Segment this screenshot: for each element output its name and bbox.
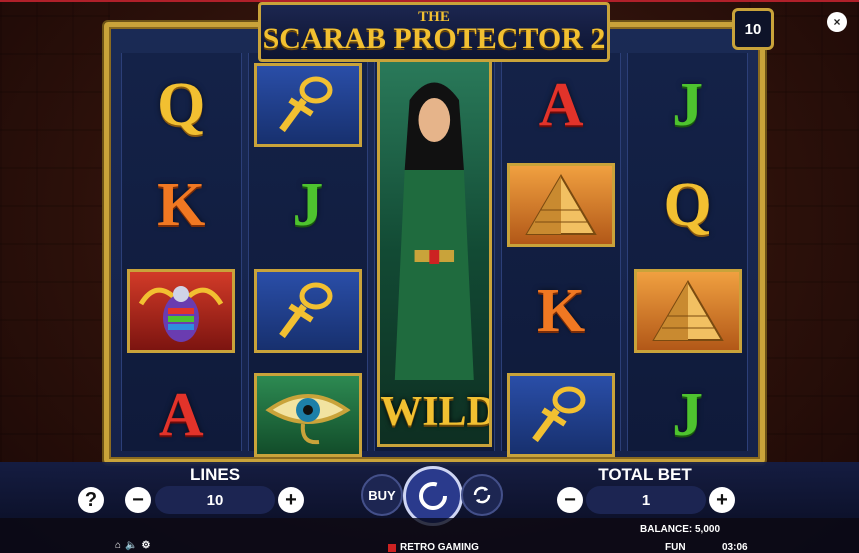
- reel-5-symbol-1: J: [630, 57, 745, 153]
- wild-label: WILD: [380, 389, 492, 435]
- letter-symbol: Q: [157, 71, 206, 139]
- free-spins-badge[interactable]: 10: [732, 8, 774, 50]
- letter-symbol: A: [538, 71, 584, 139]
- mode-text: FUN: [665, 542, 686, 553]
- reel-4-symbol-4: [504, 367, 619, 463]
- bet-decrease-button[interactable]: −: [557, 487, 583, 513]
- reel-4-symbol-3: K: [504, 263, 619, 359]
- spin-button[interactable]: [403, 466, 463, 526]
- reel-5-symbol-2: Q: [630, 157, 745, 253]
- reel-2-symbol-2: J: [251, 157, 366, 253]
- reel-2-symbol-4: [251, 367, 366, 463]
- autoplay-icon: [473, 486, 491, 504]
- lines-decrease-button[interactable]: −: [125, 487, 151, 513]
- settings-icon[interactable]: ⚙: [142, 540, 151, 551]
- ankh-icon: [507, 373, 616, 457]
- letter-symbol: J: [292, 171, 324, 239]
- reel-2-symbol-3: [251, 263, 366, 359]
- lines-label: LINES: [189, 465, 241, 484]
- logo-title: SCARAB PROTECTOR 2: [262, 22, 606, 55]
- home-icon[interactable]: ⌂: [115, 540, 121, 551]
- pyramid-icon: [507, 163, 616, 247]
- eye-icon: [253, 373, 362, 457]
- letter-symbol: K: [536, 277, 586, 345]
- ankh-icon: [253, 269, 362, 353]
- reel-1-symbol-3: [124, 263, 239, 359]
- letter-symbol: J: [672, 381, 704, 449]
- game-logo: THE SCARAB PROTECTOR 2: [258, 2, 610, 62]
- letter-symbol: A: [158, 381, 204, 449]
- provider-mark-icon: [388, 543, 396, 552]
- buy-bonus-button[interactable]: BUY: [361, 474, 403, 516]
- lines-value: 10: [155, 486, 275, 514]
- help-button[interactable]: ?: [78, 487, 104, 513]
- spin-icon: [419, 482, 447, 510]
- letter-symbol: K: [157, 171, 206, 239]
- letter-symbol: J: [672, 71, 704, 139]
- reel-1-symbol-4: A: [124, 367, 239, 463]
- provider-logo: RETRO GAMING: [388, 542, 479, 553]
- autoplay-button[interactable]: [461, 474, 503, 516]
- clock-text: 03:06: [722, 542, 748, 553]
- hieroglyph-panel-left: [0, 0, 110, 473]
- wild-symbol: WILD: [377, 57, 492, 447]
- reel-5: JQJ: [627, 53, 748, 451]
- reel-4-symbol-1: A: [504, 57, 619, 153]
- pyramid-icon: [633, 269, 742, 353]
- priestess-figure-icon: [394, 82, 474, 380]
- hieroglyph-panel-right: [749, 0, 859, 473]
- reel-5-symbol-4: J: [630, 367, 745, 463]
- reel-4-symbol-2: [504, 157, 619, 253]
- reels-grid: Q K A J WILD A K J Q J: [121, 53, 748, 457]
- footer-icons: ⌂ 🔈 ⚙: [115, 540, 150, 551]
- reel-2: J: [247, 53, 369, 457]
- bet-increase-button[interactable]: +: [709, 487, 735, 513]
- close-button[interactable]: ×: [827, 12, 847, 32]
- lines-increase-button[interactable]: +: [278, 487, 304, 513]
- sound-icon[interactable]: 🔈: [125, 540, 137, 551]
- reel-5-symbol-3: [630, 263, 745, 359]
- reel-2-symbol-1: [251, 57, 366, 153]
- reel-4: AK: [500, 53, 622, 457]
- ankh-icon: [253, 63, 362, 147]
- letter-symbol: Q: [663, 171, 712, 239]
- reel-frame: Q K A J WILD A K J Q J: [104, 22, 765, 464]
- provider-name: RETRO GAMING: [400, 542, 479, 553]
- reel-3: WILD: [374, 53, 495, 451]
- scarab-icon: [127, 269, 236, 353]
- reel-1-symbol-2: K: [124, 157, 239, 253]
- total-bet-label: TOTAL BET: [598, 465, 692, 484]
- total-bet-value: 1: [586, 486, 706, 514]
- reel-1-symbol-1: Q: [124, 57, 239, 153]
- balance-text: BALANCE: 5,000: [640, 524, 721, 535]
- reel-1: QK A: [121, 53, 242, 451]
- footer-bar: ⌂ 🔈 ⚙ BALANCE: 5,000 FUN 03:06 RETRO GAM…: [0, 518, 859, 553]
